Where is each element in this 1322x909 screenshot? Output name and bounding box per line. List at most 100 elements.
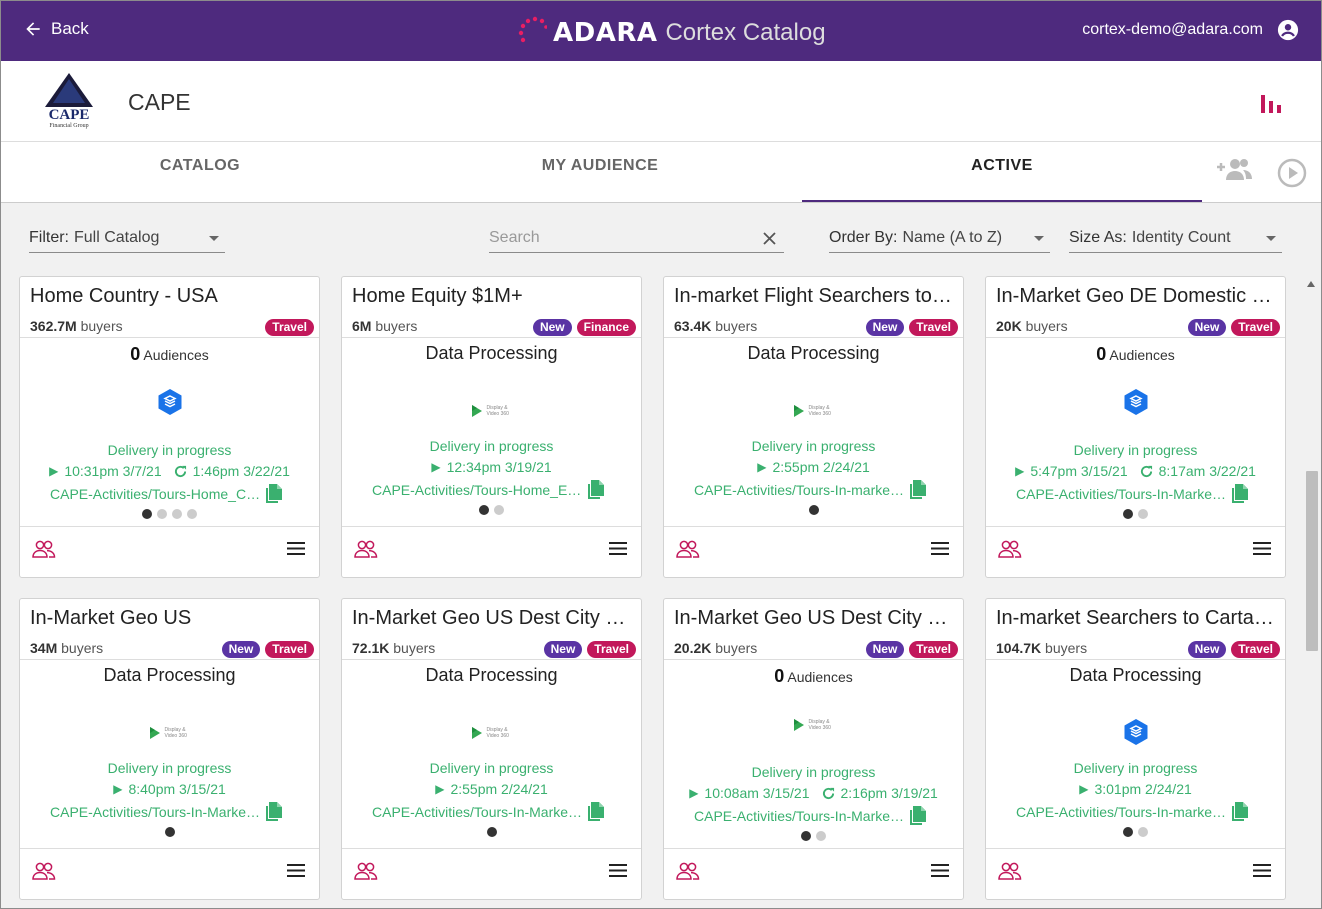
audience-card[interactable]: Home Equity $1M+ 6M buyers New Finance Da…	[341, 276, 642, 578]
audience-card[interactable]: In-Market Geo DE Domestic 90 Days 20K bu…	[985, 276, 1286, 578]
people-outline-icon[interactable]	[998, 862, 1022, 885]
card-title[interactable]: In-Market Geo US Dest City Cancun	[352, 607, 634, 630]
carousel-dot[interactable]	[1138, 827, 1148, 837]
carousel-dot[interactable]	[164, 827, 175, 837]
order-by-select[interactable]: Order By: Name (A to Z)	[829, 223, 1050, 253]
people-outline-icon[interactable]	[998, 540, 1022, 563]
carousel-dot[interactable]	[142, 509, 152, 519]
tab-active[interactable]: ACTIVE	[802, 142, 1202, 202]
top-app-bar: Back ADARA Cortex Catalog cortex-demo@ad…	[1, 1, 1321, 61]
carousel-dot[interactable]	[486, 827, 497, 837]
people-outline-icon[interactable]	[32, 862, 56, 885]
card-title[interactable]: Home Equity $1M+	[352, 285, 634, 308]
display-video-360-icon: Display & Video 360	[793, 404, 835, 418]
carousel-dot[interactable]	[494, 505, 504, 515]
filter-select[interactable]: Filter: Full Catalog	[29, 223, 225, 253]
copy-file-icon[interactable]	[1232, 802, 1248, 821]
scrollbar[interactable]	[1303, 271, 1319, 906]
menu-icon[interactable]	[1253, 864, 1271, 882]
account-circle-icon[interactable]	[1277, 19, 1299, 41]
card-title[interactable]: In-market Flight Searchers to Orlando	[674, 285, 956, 308]
delivery-times: ▶ 12:34pm 3/19/21	[342, 459, 641, 475]
audience-card[interactable]: In-market Flight Searchers to Orlando 63…	[663, 276, 964, 578]
card-title[interactable]: In-Market Geo DE Domestic 90 Days	[996, 285, 1278, 308]
card-title[interactable]: In-Market Geo US	[30, 607, 312, 630]
audience-card[interactable]: In-Market Geo US Dest City Cancun 72.1K …	[341, 598, 642, 900]
clear-icon[interactable]	[763, 232, 776, 245]
carousel-dot[interactable]	[801, 831, 811, 841]
carousel-dot[interactable]	[816, 831, 826, 841]
card-title[interactable]: Home Country - USA	[30, 285, 312, 308]
people-outline-icon[interactable]	[354, 540, 378, 563]
org-logo-subtext: Financial Group	[49, 123, 88, 129]
copy-file-icon[interactable]	[910, 806, 926, 825]
carousel-dot[interactable]	[1123, 827, 1133, 837]
google-cloud-icon	[156, 388, 184, 421]
menu-icon[interactable]	[287, 542, 305, 560]
processing-status: Data Processing	[103, 665, 236, 685]
play-circle-icon[interactable]	[1277, 158, 1307, 193]
menu-icon[interactable]	[931, 864, 949, 882]
buyers-unit: buyers	[1045, 640, 1088, 656]
buyers-unit: buyers	[715, 318, 758, 334]
menu-icon[interactable]	[931, 542, 949, 560]
back-button[interactable]: Back	[23, 19, 89, 39]
card-title[interactable]: In-Market Geo US Dest City Resorts	[674, 607, 956, 630]
badge-travel: Travel	[909, 641, 958, 658]
copy-file-icon[interactable]	[1232, 484, 1248, 503]
buyers-unit: buyers	[715, 640, 758, 656]
copy-file-icon[interactable]	[266, 802, 282, 821]
delivery-times: ▶ 2:55pm 2/24/21	[664, 459, 963, 475]
buyers-number: 104.7K	[996, 640, 1042, 656]
people-outline-icon[interactable]	[354, 862, 378, 885]
card-title[interactable]: In-market Searchers to Cartagena	[996, 607, 1278, 630]
audience-count-label: Audiences	[787, 669, 853, 685]
user-menu[interactable]: cortex-demo@adara.com	[1082, 19, 1299, 41]
carousel-dot[interactable]	[157, 509, 167, 519]
buyers-count: 20.2K buyers	[674, 640, 757, 656]
dv360-label: Display & Video 360	[808, 719, 831, 731]
refresh-icon	[174, 465, 187, 478]
menu-icon[interactable]	[609, 542, 627, 560]
play-icon: ▶	[1079, 782, 1089, 796]
back-label: Back	[51, 19, 89, 38]
tab-my-audience[interactable]: MY AUDIENCE	[401, 142, 799, 202]
delivery-status: Delivery in progress	[429, 760, 554, 776]
people-outline-icon[interactable]	[676, 862, 700, 885]
people-outline-icon[interactable]	[32, 540, 56, 563]
processing-status: Data Processing	[425, 343, 558, 363]
size-as-select[interactable]: Size As: Identity Count	[1069, 223, 1282, 253]
badge-finance: Finance	[576, 319, 636, 336]
menu-icon[interactable]	[1253, 542, 1271, 560]
audience-count-number: 0	[1096, 344, 1107, 364]
menu-icon[interactable]	[609, 864, 627, 882]
buyers-unit: buyers	[1025, 318, 1068, 334]
scrollbar-thumb[interactable]	[1306, 471, 1318, 651]
copy-file-icon[interactable]	[910, 480, 926, 499]
carousel-dot[interactable]	[808, 505, 819, 515]
copy-file-icon[interactable]	[266, 484, 282, 503]
audience-card[interactable]: Home Country - USA 362.7M buyers Travel …	[19, 276, 320, 578]
add-audience-icon[interactable]	[1215, 156, 1253, 187]
copy-file-icon[interactable]	[588, 480, 604, 499]
badge-new: New	[543, 641, 583, 658]
audience-card[interactable]: In-Market Geo US 34M buyers New Travel Da…	[19, 598, 320, 900]
badge-group: New Finance	[532, 319, 636, 336]
audience-count-label: Audiences	[143, 347, 209, 363]
play-icon: ▶	[113, 782, 123, 796]
carousel-dot[interactable]	[479, 505, 489, 515]
carousel-dot[interactable]	[172, 509, 182, 519]
people-outline-icon[interactable]	[676, 540, 700, 563]
tab-catalog[interactable]: CATALOG	[1, 142, 399, 202]
carousel-dot[interactable]	[187, 509, 197, 519]
carousel-dot[interactable]	[1123, 509, 1133, 519]
carousel-dot[interactable]	[1138, 509, 1148, 519]
audience-card[interactable]: In-market Searchers to Cartagena 104.7K …	[985, 598, 1286, 900]
search-input[interactable]: Search	[489, 223, 784, 253]
display-video-360-icon: Display & Video 360	[149, 726, 191, 740]
copy-file-icon[interactable]	[588, 802, 604, 821]
menu-icon[interactable]	[287, 864, 305, 882]
bar-chart-icon[interactable]	[1259, 91, 1283, 118]
scroll-up-icon[interactable]	[1307, 281, 1315, 287]
audience-card[interactable]: In-Market Geo US Dest City Resorts 20.2K…	[663, 598, 964, 900]
